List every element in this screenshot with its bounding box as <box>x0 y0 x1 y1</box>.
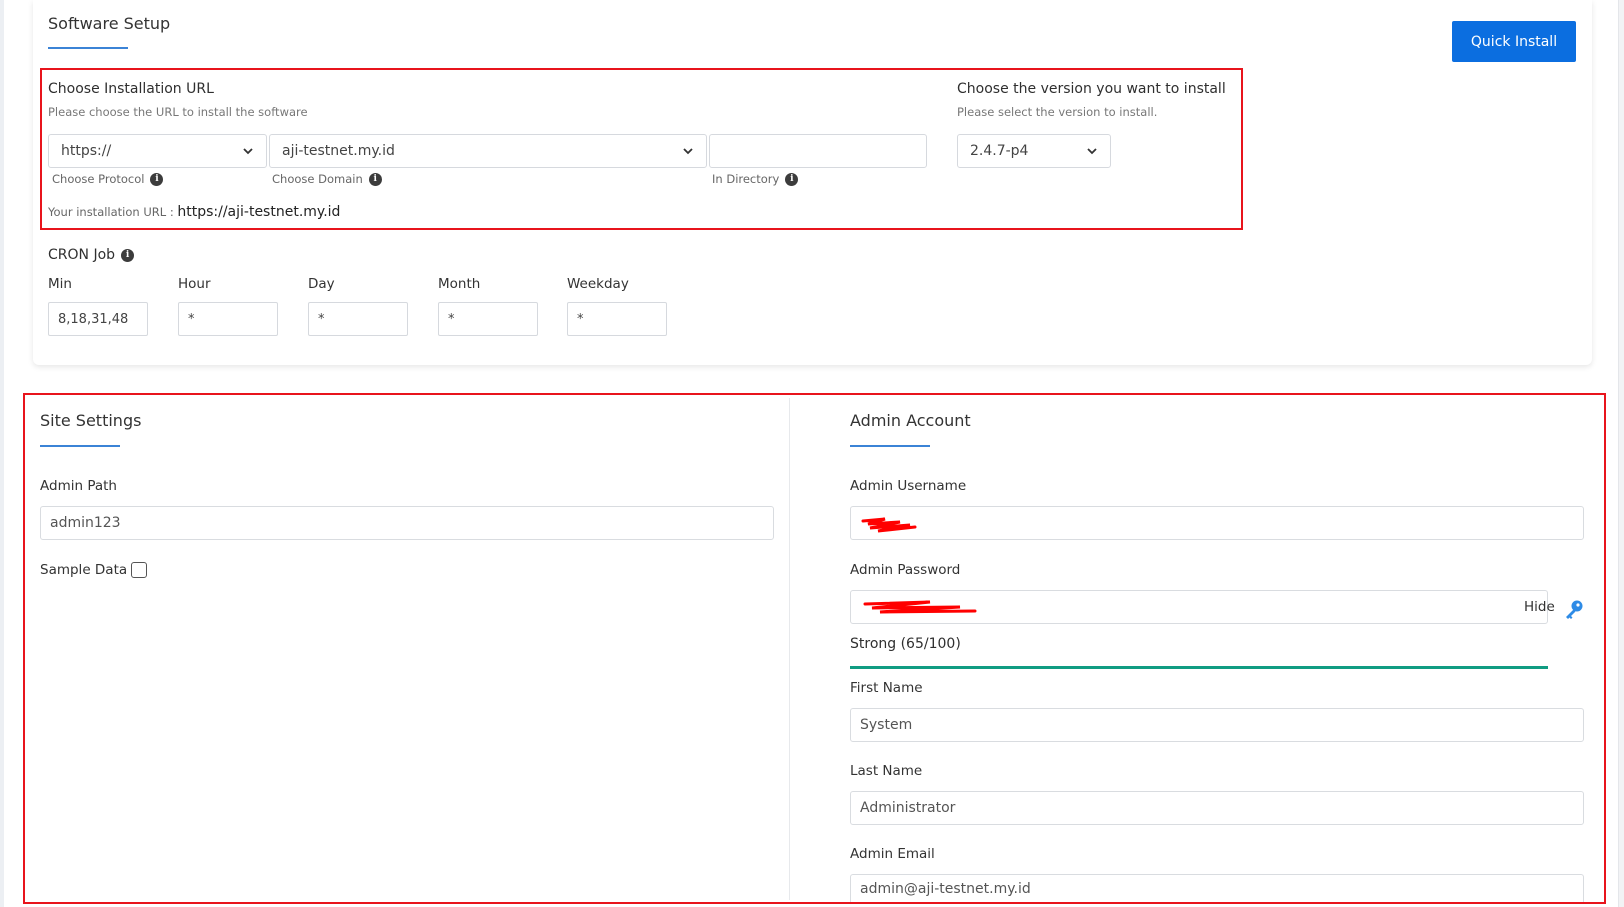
password-strength-bar <box>850 666 1548 669</box>
sample-data-checkbox[interactable] <box>131 562 148 578</box>
chevron-down-icon <box>1087 148 1097 155</box>
installation-url-heading: Choose Installation URL <box>48 81 214 97</box>
info-icon[interactable]: i <box>368 172 382 186</box>
last-name-value: Administrator <box>860 800 956 816</box>
first-name-value: System <box>860 717 913 733</box>
hide-password-toggle[interactable]: Hide <box>1524 599 1555 615</box>
redaction-scribble <box>863 600 977 614</box>
page-edge <box>0 0 4 907</box>
window-scrollbar[interactable] <box>1618 0 1624 907</box>
admin-password-input[interactable] <box>850 590 1548 624</box>
directory-caption: In Directory i <box>712 172 799 186</box>
settings-highlight <box>23 393 1606 904</box>
admin-email-value: admin@aji-testnet.my.id <box>860 880 1031 897</box>
redaction-scribble <box>861 517 917 533</box>
info-icon[interactable]: i <box>121 248 135 262</box>
admin-email-label: Admin Email <box>850 846 935 862</box>
protocol-caption: Choose Protocol i <box>52 172 164 186</box>
sample-data-label: Sample Data <box>40 562 128 578</box>
column-divider <box>789 398 790 900</box>
first-name-input[interactable]: System <box>850 708 1584 742</box>
admin-account-underline <box>850 445 930 447</box>
key-icon[interactable] <box>1563 598 1585 620</box>
cron-month-label: Month <box>438 276 481 292</box>
protocol-label: Choose Protocol <box>52 172 145 186</box>
cron-hour-label: Hour <box>178 276 211 292</box>
admin-username-label: Admin Username <box>850 478 967 494</box>
domain-select[interactable]: aji-testnet.my.id <box>269 134 707 168</box>
info-icon[interactable]: i <box>785 172 799 186</box>
cron-day-input[interactable]: * <box>308 302 408 336</box>
installation-url-summary-value: https://aji-testnet.my.id <box>177 204 341 220</box>
installation-url-summary-label: Your installation URL : <box>48 205 174 219</box>
admin-path-value: admin123 <box>50 515 121 531</box>
last-name-input[interactable]: Administrator <box>850 791 1584 825</box>
cron-weekday-label: Weekday <box>567 276 629 292</box>
installation-url-hint: Please choose the URL to install the sof… <box>48 105 308 119</box>
protocol-select[interactable]: https:// <box>48 134 267 168</box>
admin-path-input[interactable]: admin123 <box>40 506 774 540</box>
admin-path-label: Admin Path <box>40 478 117 494</box>
first-name-label: First Name <box>850 680 923 696</box>
software-setup-underline <box>48 47 128 49</box>
cron-min-label: Min <box>48 276 72 292</box>
version-hint: Please select the version to install. <box>957 105 1158 119</box>
cron-day-label: Day <box>308 276 335 292</box>
site-settings-underline <box>40 445 120 447</box>
admin-password-label: Admin Password <box>850 562 961 578</box>
cron-month-input[interactable]: * <box>438 302 538 336</box>
admin-account-title: Admin Account <box>850 411 971 430</box>
admin-username-input[interactable] <box>850 506 1584 540</box>
sample-data-row: Sample Data <box>40 562 148 578</box>
protocol-value: https:// <box>61 143 112 159</box>
quick-install-button[interactable]: Quick Install <box>1452 21 1576 62</box>
chevron-down-icon <box>683 148 693 155</box>
version-heading: Choose the version you want to install <box>957 81 1226 97</box>
chevron-down-icon <box>243 148 253 155</box>
domain-caption: Choose Domain i <box>272 172 382 186</box>
info-icon[interactable]: i <box>150 172 164 186</box>
version-select[interactable]: 2.4.7-p4 <box>957 134 1111 168</box>
directory-label: In Directory <box>712 172 780 186</box>
version-value: 2.4.7-p4 <box>970 143 1029 159</box>
directory-input[interactable] <box>709 134 927 168</box>
installation-url-summary: Your installation URL : https://aji-test… <box>48 204 340 220</box>
cron-weekday-input[interactable]: * <box>567 302 667 336</box>
domain-label: Choose Domain <box>272 172 363 186</box>
last-name-label: Last Name <box>850 763 923 779</box>
domain-value: aji-testnet.my.id <box>282 143 395 159</box>
cron-min-input[interactable]: 8,18,31,48 <box>48 302 148 336</box>
password-strength-text: Strong (65/100) <box>850 636 961 652</box>
cron-title-text: CRON Job <box>48 247 116 263</box>
site-settings-title: Site Settings <box>40 411 142 430</box>
software-setup-title: Software Setup <box>48 14 171 33</box>
admin-email-input[interactable]: admin@aji-testnet.my.id <box>850 874 1584 902</box>
cron-hour-input[interactable]: * <box>178 302 278 336</box>
cron-title: CRON Job i <box>48 247 135 263</box>
